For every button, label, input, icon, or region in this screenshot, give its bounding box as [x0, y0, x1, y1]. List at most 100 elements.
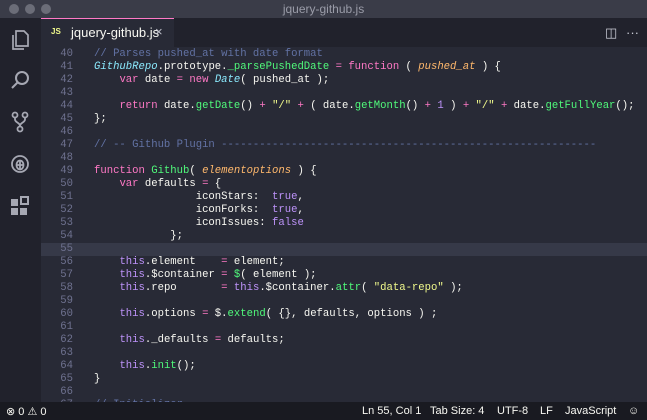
tab-size[interactable]: Tab Size: 4 — [430, 405, 484, 417]
files-icon[interactable] — [8, 28, 32, 52]
code-line[interactable]: 45}; — [41, 113, 647, 126]
line-number: 66 — [60, 386, 73, 398]
code-line[interactable]: 51 iconStars: true, — [41, 191, 647, 204]
source-control-icon[interactable] — [8, 110, 32, 134]
code-line[interactable]: 61 — [41, 321, 647, 334]
code-text: this.repo = this.$container.attr( "data-… — [94, 282, 463, 295]
tab-bar: JS jquery-github.js × ◫ ··· — [41, 18, 647, 47]
line-number: 46 — [60, 126, 73, 138]
code-line[interactable]: 59 — [41, 295, 647, 308]
code-line[interactable]: 52 iconForks: true, — [41, 204, 647, 217]
language-mode[interactable]: JavaScript — [565, 405, 616, 417]
more-actions-icon[interactable]: ··· — [626, 25, 639, 40]
tab-label: jquery-github.js — [71, 25, 160, 40]
code-token: this — [119, 334, 145, 346]
code-token: }; — [94, 230, 184, 242]
line-number: 48 — [60, 152, 73, 164]
code-text: }; — [94, 230, 183, 243]
code-text: // Parses pushed_at with date format — [94, 48, 323, 61]
line-number: 55 — [60, 243, 73, 255]
code-line[interactable]: 47 // -- Github Plugin ------------------… — [41, 139, 647, 152]
debug-icon[interactable] — [8, 152, 32, 176]
code-text: iconIssues: false — [94, 217, 304, 230]
code-token: .repo — [144, 282, 222, 294]
code-token: date. — [507, 100, 546, 112]
code-token: ); — [443, 282, 463, 294]
line-number: 51 — [60, 191, 73, 203]
code-token: this — [119, 282, 145, 294]
code-token: , — [297, 191, 304, 203]
code-line[interactable]: 48 — [41, 152, 647, 165]
code-line[interactable]: 53 iconIssues: false — [41, 217, 647, 230]
code-token: ( — [189, 165, 203, 177]
code-text: this.$container = $( element ); — [94, 269, 316, 282]
line-number: 61 — [60, 321, 73, 333]
code-line[interactable]: 42 var date = new Date( pushed_at ); — [41, 74, 647, 87]
code-line[interactable]: 62 this._defaults = defaults; — [41, 334, 647, 347]
code-line[interactable]: 63 — [41, 347, 647, 360]
code-token: , — [297, 204, 304, 216]
code-text: iconForks: true, — [94, 204, 304, 217]
line-number: 57 — [60, 269, 73, 281]
warnings-icon: ⚠ — [27, 406, 38, 418]
code-token: ( {}, defaults, options ) ; — [265, 308, 438, 320]
tab-jquery-github[interactable]: JS jquery-github.js × — [41, 18, 174, 47]
code-text: var date = new Date( pushed_at ); — [94, 74, 329, 87]
code-token: new — [189, 74, 209, 86]
code-token: getFullYear — [545, 100, 616, 112]
code-line[interactable]: 57 this.$container = $( element ); — [41, 269, 647, 282]
title-bar: jquery-github.js — [0, 0, 647, 18]
extensions-icon[interactable] — [8, 194, 32, 218]
code-line[interactable]: 65} — [41, 373, 647, 386]
code-token: true — [272, 204, 298, 216]
encoding[interactable]: UTF-8 — [497, 405, 528, 417]
code-line[interactable]: 43 — [41, 87, 647, 100]
end-of-line[interactable]: LF — [540, 405, 553, 417]
code-line[interactable]: 60 this.options = $.extend( {}, defaults… — [41, 308, 647, 321]
code-token: ) { — [291, 165, 317, 177]
code-token: this — [119, 256, 145, 268]
line-number: 50 — [60, 178, 73, 190]
code-token: var — [119, 178, 139, 190]
code-token: ) — [443, 100, 463, 112]
search-icon[interactable] — [8, 68, 32, 92]
code-line[interactable]: 41 GithubRepo.prototype._parsePushedDate … — [41, 61, 647, 74]
window-title: jquery-github.js — [282, 2, 365, 16]
line-number: 49 — [60, 165, 73, 177]
code-token: defaults; — [221, 334, 285, 346]
split-editor-icon[interactable]: ◫ — [605, 25, 617, 41]
code-text: GithubRepo.prototype._parsePushedDate = … — [94, 61, 501, 74]
cursor-position[interactable]: Ln 55, Col 1 — [362, 405, 421, 417]
code-line[interactable]: 55 — [41, 243, 647, 256]
code-token: options — [246, 165, 292, 177]
code-line[interactable]: 50 var defaults = { — [41, 178, 647, 191]
code-token: this — [119, 360, 145, 372]
line-number: 64 — [60, 360, 73, 372]
code-token: return — [119, 100, 158, 112]
code-line[interactable]: 66 — [41, 386, 647, 399]
code-text: this.init(); — [94, 360, 195, 373]
code-line[interactable]: 44 return date.getDate() + "/" + ( date.… — [41, 100, 647, 113]
code-line[interactable]: 64 this.init(); — [41, 360, 647, 373]
tab-close-icon[interactable]: × — [155, 24, 163, 39]
code-text: this.options = $.extend( {}, defaults, o… — [94, 308, 437, 321]
code-text: function Github( elementoptions ) { — [94, 165, 317, 178]
code-line[interactable]: 49 function Github( elementoptions ) { — [41, 165, 647, 178]
code-line[interactable]: 46 — [41, 126, 647, 139]
line-number: 41 — [60, 61, 73, 73]
code-editor[interactable]: 40// Parses pushed_at with date format 41… — [41, 47, 647, 402]
code-token: iconIssues: — [94, 217, 273, 229]
problems-indicator[interactable]: ⊗ 0 ⚠ 0 — [6, 405, 47, 418]
code-line[interactable]: 40 // Parses pushed_at with date format — [41, 48, 647, 61]
code-line[interactable]: 56 this.element = element; — [41, 256, 647, 269]
feedback-icon[interactable]: ☺ — [628, 405, 639, 417]
code-line[interactable]: 58 this.repo = this.$container.attr( "da… — [41, 282, 647, 295]
code-token: $. — [208, 308, 228, 320]
code-line[interactable]: 54 }; — [41, 230, 647, 243]
code-token: element; — [227, 256, 285, 268]
code-token: () — [240, 100, 260, 112]
code-token: "/" — [272, 100, 292, 112]
